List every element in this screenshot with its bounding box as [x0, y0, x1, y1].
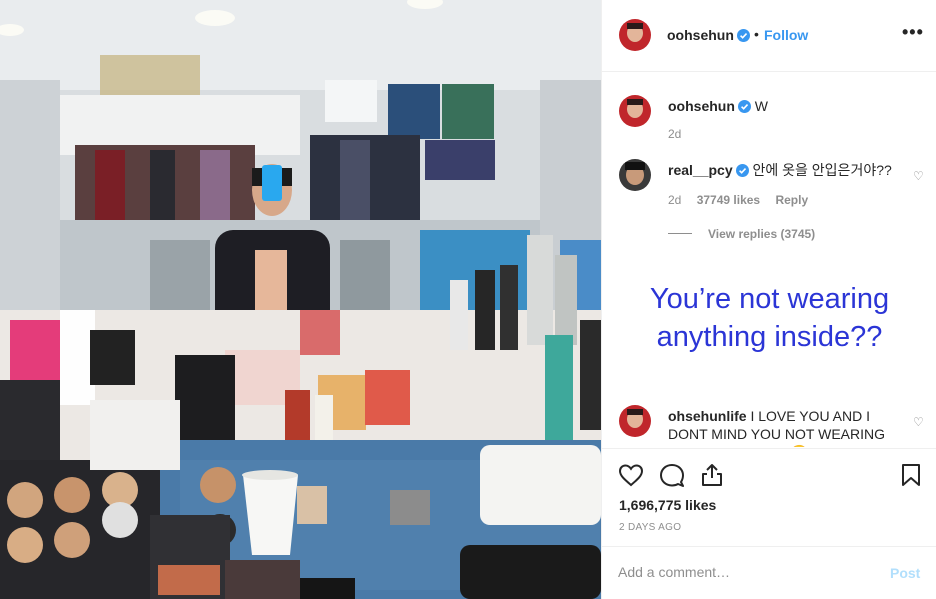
- avatar[interactable]: [619, 19, 651, 51]
- post-photo[interactable]: [0, 0, 601, 599]
- verified-icon: [736, 29, 750, 42]
- like-comment-heart-icon[interactable]: ♡: [913, 415, 924, 429]
- comment-row: ohsehunlife I LOVE YOU AND I DONT MIND Y…: [602, 405, 936, 447]
- view-replies-label[interactable]: View replies (3745): [708, 227, 815, 241]
- like-comment-heart-icon[interactable]: ♡: [913, 169, 924, 183]
- profile-photo-icon: [619, 405, 651, 437]
- post-actions: 1,696,775 likes 2 DAYS AGO: [602, 448, 936, 546]
- heart-icon[interactable]: [618, 463, 644, 487]
- comments-list: oohsehun W 2d real__pcy 안에 옷을 안입은거야?? ♡: [602, 73, 936, 447]
- add-comment-bar: Add a comment… Post: [602, 546, 936, 599]
- more-icon[interactable]: •••: [902, 22, 924, 43]
- separator-dot: •: [754, 26, 759, 42]
- comment-age[interactable]: 2d: [668, 127, 681, 141]
- avatar[interactable]: [619, 159, 651, 191]
- comment-row: real__pcy 안에 옷을 안입은거야?? ♡ 2d 37749 likes…: [602, 159, 936, 249]
- reply-button[interactable]: Reply: [775, 193, 808, 207]
- profile-photo-icon: [619, 95, 651, 127]
- avatar[interactable]: [619, 405, 651, 437]
- profile-photo-icon: [619, 159, 651, 191]
- likes-count[interactable]: 1,696,775 likes: [619, 497, 716, 513]
- verified-icon: [737, 100, 751, 113]
- view-replies-button[interactable]: View replies (3745): [668, 227, 815, 241]
- comment-username[interactable]: ohsehunlife: [668, 408, 747, 424]
- comment-age[interactable]: 2d: [668, 193, 681, 207]
- comment-icon[interactable]: [659, 463, 685, 487]
- avatar[interactable]: [619, 95, 651, 127]
- comment-username[interactable]: oohsehun: [668, 98, 735, 114]
- comment-input[interactable]: Add a comment…: [618, 564, 730, 580]
- follow-button[interactable]: Follow: [764, 27, 808, 43]
- comment-text-row: ohsehunlife I LOVE YOU AND I DONT MIND Y…: [668, 407, 903, 447]
- overlay-caption: You’re not wearing anything inside??: [649, 283, 890, 353]
- header-username[interactable]: oohsehun: [667, 27, 750, 43]
- post-sidebar: oohsehun • Follow ••• oohsehun W 2d real…: [601, 0, 936, 599]
- post-comment-button[interactable]: Post: [890, 565, 920, 581]
- share-icon[interactable]: [700, 463, 724, 487]
- comment-text: W: [754, 98, 768, 114]
- comment-likes[interactable]: 37749 likes: [697, 193, 760, 207]
- comment-username[interactable]: real__pcy: [668, 162, 733, 178]
- comment-text-row: oohsehun W: [668, 97, 903, 115]
- comment-text-row: real__pcy 안에 옷을 안입은거야??: [668, 161, 903, 179]
- comment-meta: 2d: [668, 127, 693, 141]
- post-header: oohsehun • Follow •••: [602, 0, 936, 72]
- bookmark-icon[interactable]: [900, 463, 922, 487]
- caption-row: oohsehun W 2d: [602, 95, 936, 145]
- post-image: [0, 0, 601, 599]
- header-username-text[interactable]: oohsehun: [667, 27, 734, 43]
- replies-divider-line: [668, 233, 692, 234]
- comment-meta: 2d 37749 likes Reply: [668, 193, 820, 207]
- verified-icon: [735, 164, 749, 177]
- profile-photo-icon: [619, 19, 651, 51]
- post-timestamp[interactable]: 2 DAYS AGO: [619, 522, 681, 533]
- comment-text: 안에 옷을 안입은거야??: [752, 162, 892, 178]
